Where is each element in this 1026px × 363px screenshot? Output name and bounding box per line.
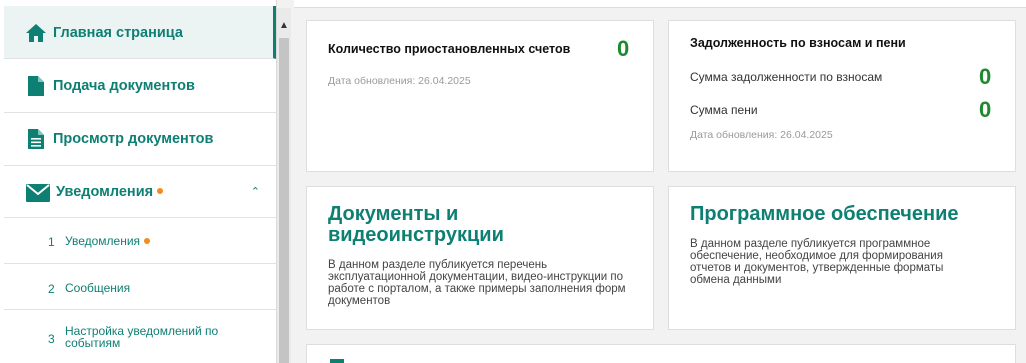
card-partial[interactable] xyxy=(306,344,1016,363)
penalty-label: Сумма пени xyxy=(690,103,758,117)
subitem-label-wrap: Уведомления xyxy=(65,234,151,248)
sidebar-item-home[interactable]: Главная страница xyxy=(4,6,276,59)
debt-contributions-label: Сумма задолженности по взносам xyxy=(690,70,883,84)
card-debt[interactable]: Задолженность по взносам и пени Сумма за… xyxy=(668,20,1016,172)
card-description: В данном разделе публикуется перечень эк… xyxy=(328,259,626,307)
sidebar-subitem-messages[interactable]: 2 Сообщения xyxy=(4,264,276,310)
subitem-label: Сообщения xyxy=(65,281,131,295)
notification-dot xyxy=(144,237,151,244)
card-software[interactable]: Программное обеспечение В данном разделе… xyxy=(668,186,1016,330)
sidebar-item-label: Просмотр документов xyxy=(53,131,214,147)
debt-contributions-value: 0 xyxy=(979,64,992,89)
sidebar-item-view-documents[interactable]: Просмотр документов xyxy=(4,113,276,166)
subitem-label: Уведомления xyxy=(65,234,141,248)
sidebar-item-label: Уведомления xyxy=(56,184,154,200)
sidebar-item-submit-documents[interactable]: Подача документов xyxy=(4,59,276,113)
sidebar-item-label-wrap: Уведомления xyxy=(56,184,164,200)
subitem-number: 2 xyxy=(48,282,55,296)
penalty-value: 0 xyxy=(979,97,992,122)
sidebar-subitem-notification-settings[interactable]: 3 Настройка уведомлений по событиям xyxy=(4,310,276,363)
subitem-number: 3 xyxy=(48,332,55,346)
card-heading: Программное обеспечение xyxy=(690,203,959,225)
update-date: Дата обновления: 26.04.2025 xyxy=(328,75,471,87)
sidebar: Главная страница Подача документов Просм… xyxy=(0,0,277,363)
sidebar-item-label: Подача документов xyxy=(53,78,195,94)
sidebar-item-label: Главная страница xyxy=(53,25,183,41)
document-list-icon xyxy=(25,128,47,150)
suspended-count: 0 xyxy=(617,36,630,61)
card-suspended-accounts[interactable]: Количество приостановленных счетов 0 Дат… xyxy=(306,20,654,172)
sidebar-subitem-notifications[interactable]: 1 Уведомления xyxy=(4,218,276,264)
update-date: Дата обновления: 26.04.2025 xyxy=(690,129,833,141)
card-heading-partial-mark xyxy=(330,359,344,363)
notification-dot xyxy=(157,188,164,195)
chevron-up-icon[interactable]: ⌃ xyxy=(251,185,260,198)
subitem-number: 1 xyxy=(48,235,55,249)
card-title: Задолженность по взносам и пени xyxy=(690,36,906,50)
sidebar-scrollbar[interactable]: ▲ xyxy=(277,8,291,363)
subitem-label: Настройка уведомлений по событиям xyxy=(65,324,219,350)
home-icon xyxy=(25,22,47,44)
card-documents-videos[interactable]: Документы и видеоинструкции В данном раз… xyxy=(306,186,654,330)
scroll-thumb[interactable] xyxy=(279,38,289,363)
top-strip xyxy=(294,0,1026,8)
card-heading: Документы и видеоинструкции xyxy=(328,203,504,246)
sidebar-item-notifications[interactable]: Уведомления ⌃ xyxy=(4,166,276,218)
document-icon xyxy=(25,75,47,97)
envelope-icon xyxy=(25,182,51,204)
scroll-up-arrow-icon[interactable]: ▲ xyxy=(277,18,291,32)
card-title: Количество приостановленных счетов xyxy=(328,42,571,56)
card-description: В данном разделе публикуется программное… xyxy=(690,238,944,286)
